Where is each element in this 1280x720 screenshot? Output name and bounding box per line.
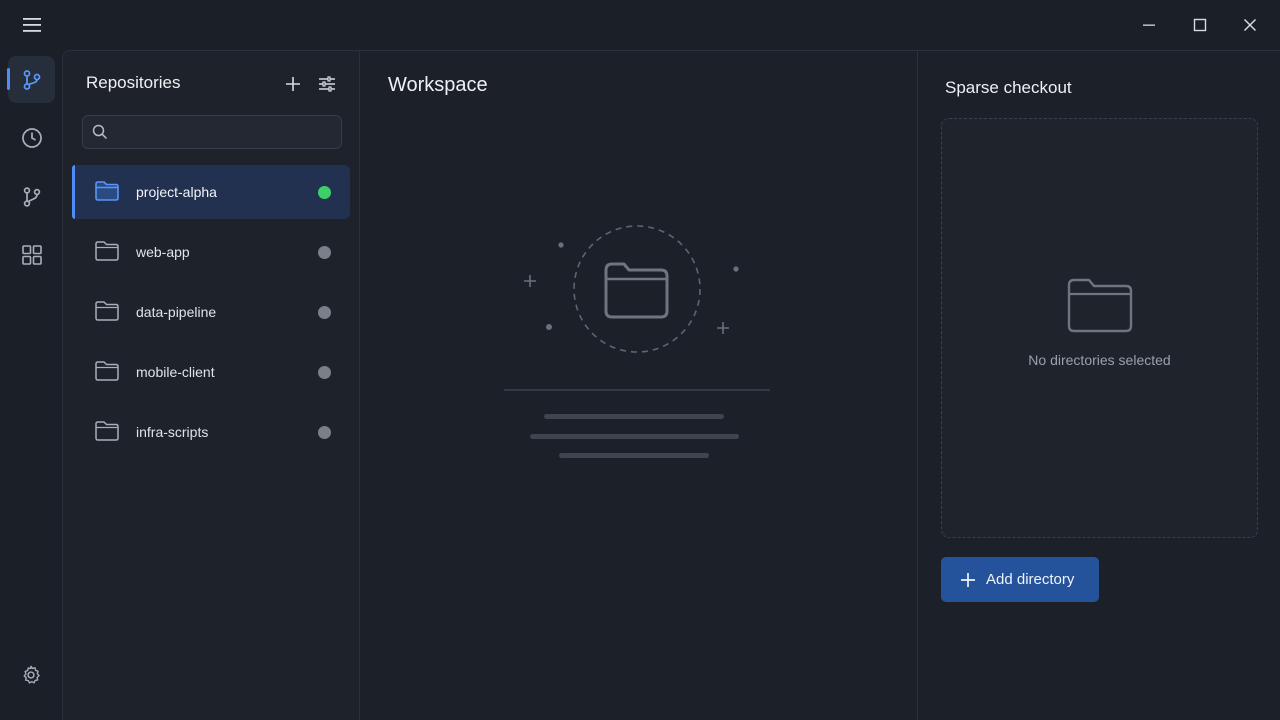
add-directory-button[interactable]: Add directory (941, 557, 1099, 602)
status-indicator (318, 246, 331, 259)
status-indicator (318, 366, 331, 379)
branch-icon (23, 186, 40, 207)
rail-repositories[interactable] (7, 56, 55, 103)
hamburger-icon[interactable] (21, 14, 43, 36)
empty-state-text: No directories selected (1028, 352, 1171, 368)
settings-button[interactable] (17, 661, 45, 689)
title-bar (0, 0, 1280, 50)
list-item[interactable]: web-app (72, 225, 350, 279)
minimize-button[interactable] (1126, 10, 1172, 40)
repository-name: project-alpha (136, 184, 217, 200)
rail-branches[interactable] (8, 173, 55, 220)
list-item[interactable]: infra-scripts (72, 405, 350, 459)
empty-state-illustration (500, 221, 775, 466)
repository-name: infra-scripts (136, 424, 209, 440)
panel-title: Repositories (86, 73, 181, 92)
list-item[interactable]: mobile-client (72, 345, 350, 399)
maximize-button[interactable] (1177, 10, 1223, 40)
extensions-icon (21, 244, 42, 265)
page-title: Workspace (388, 74, 488, 96)
plus-icon (286, 77, 300, 91)
close-icon (1243, 18, 1257, 32)
status-indicator (318, 426, 331, 439)
repository-name: web-app (136, 244, 190, 260)
repositories-panel: Repositories project-alpha web-app data-… (62, 50, 360, 720)
maximize-icon (1193, 18, 1207, 32)
folder-icon (94, 360, 120, 387)
panel-title: Sparse checkout (945, 78, 1072, 97)
list-item[interactable]: data-pipeline (72, 285, 350, 339)
search-input[interactable] (115, 116, 335, 148)
folder-icon (1067, 277, 1133, 338)
sparse-checkout-panel: Sparse checkout No directories selected … (917, 50, 1280, 720)
rail-history[interactable] (8, 114, 55, 161)
folder-icon (94, 180, 120, 207)
status-indicator (318, 306, 331, 319)
list-item[interactable]: project-alpha (72, 165, 350, 219)
close-button[interactable] (1227, 10, 1273, 40)
status-indicator (318, 186, 331, 199)
search-icon (92, 124, 108, 145)
directory-dropzone[interactable]: No directories selected (941, 118, 1258, 538)
settings-icon (23, 665, 40, 684)
minimize-icon (1143, 24, 1155, 26)
plus-icon (961, 572, 975, 587)
filter-button[interactable] (314, 71, 340, 97)
repository-icon (23, 69, 40, 90)
app-window: Repositories project-alpha web-app data-… (0, 0, 1280, 720)
folder-icon (604, 262, 669, 319)
search-field[interactable] (82, 115, 342, 149)
workspace-panel: Workspace (360, 50, 917, 720)
repository-name: data-pipeline (136, 304, 217, 320)
history-icon (21, 127, 42, 148)
rail-extensions[interactable] (8, 231, 55, 278)
filter-icon (319, 76, 335, 92)
activity-rail (0, 50, 62, 720)
add-repository-button[interactable] (280, 71, 306, 97)
folder-icon (94, 420, 120, 447)
folder-icon (94, 300, 120, 327)
repository-list: project-alpha web-app data-pipeline mobi… (72, 165, 350, 465)
folder-icon (94, 240, 120, 267)
repository-name: mobile-client (136, 364, 215, 380)
add-directory-label: Add directory (986, 571, 1075, 588)
